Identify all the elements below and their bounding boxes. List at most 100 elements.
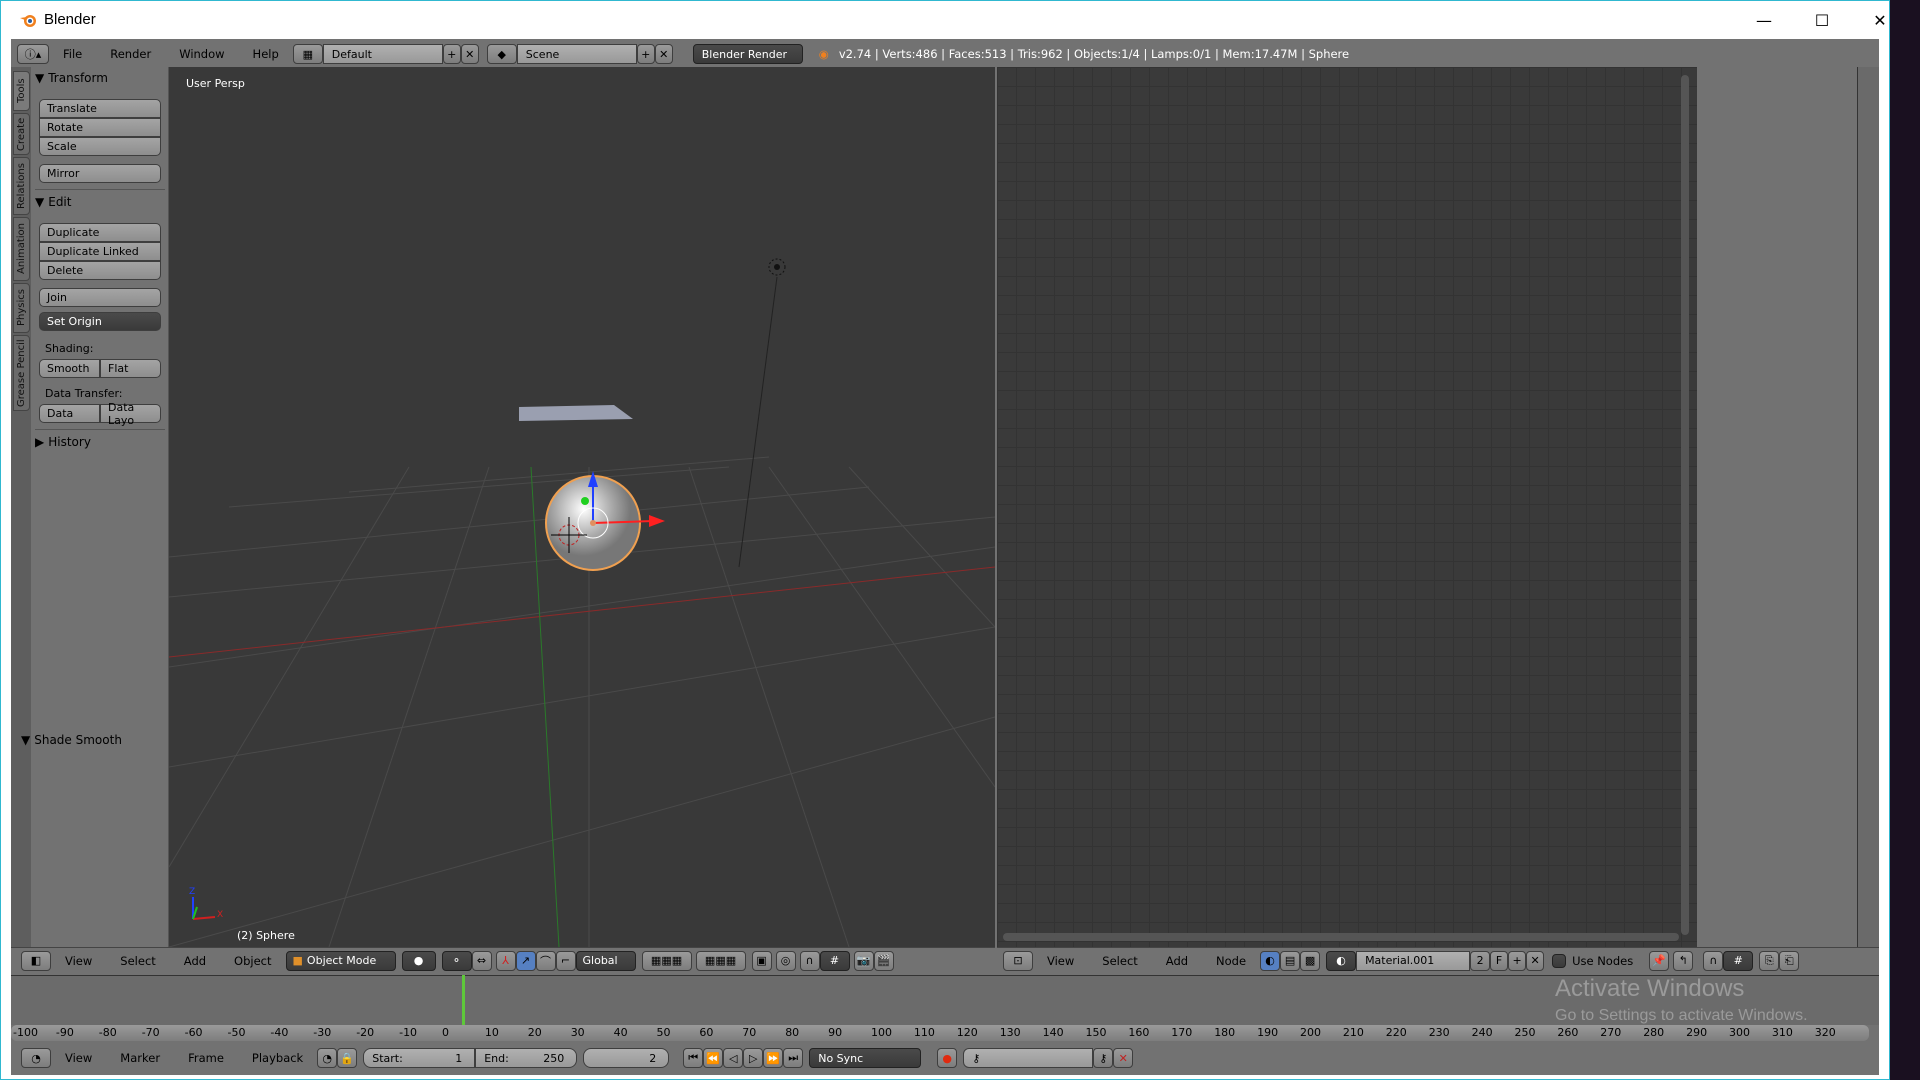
auto-keying-button[interactable]: ● bbox=[937, 1048, 958, 1068]
menu-add[interactable]: Add bbox=[1152, 954, 1202, 968]
play-button[interactable]: ▷ bbox=[743, 1048, 764, 1068]
translate-button[interactable]: Translate bbox=[39, 99, 161, 118]
scale-button[interactable]: Scale bbox=[39, 137, 161, 156]
layers-group-2[interactable]: ▦▦▦ bbox=[695, 950, 746, 971]
vertical-scrollbar[interactable] bbox=[1681, 75, 1689, 935]
snap-element-dropdown[interactable]: # bbox=[819, 950, 850, 971]
play-reverse-button[interactable]: ◁ bbox=[723, 1048, 744, 1068]
rotate-button[interactable]: Rotate bbox=[39, 118, 161, 137]
tab-physics[interactable]: Physics bbox=[13, 283, 30, 333]
material-browse-button[interactable]: ◐ bbox=[1326, 950, 1357, 971]
add-screen-button[interactable]: + bbox=[442, 44, 461, 64]
frame-ruler[interactable]: -100 -90 -80 -70 -60 -50 -40 -30 -20 -10 0 10 20 30 40… bbox=[11, 1025, 1869, 1041]
tab-tools[interactable]: Tools bbox=[13, 71, 30, 111]
set-origin-dropdown[interactable]: Set Origin bbox=[39, 312, 161, 331]
menu-help[interactable]: Help bbox=[239, 47, 293, 61]
menu-select[interactable]: Select bbox=[106, 954, 169, 968]
use-nodes-checkbox[interactable] bbox=[1552, 953, 1567, 968]
shader-nodes-button[interactable]: ◐ bbox=[1260, 950, 1281, 971]
maximize-button[interactable]: ☐ bbox=[1793, 1, 1851, 39]
editor-type-info-button[interactable]: ⓘ▴ bbox=[17, 44, 49, 64]
layers-group-1[interactable]: ▦▦▦ bbox=[641, 950, 692, 971]
next-keyframe-button[interactable]: ⏩ bbox=[763, 1048, 784, 1068]
paste-nodes-button[interactable]: ⎗ bbox=[1779, 950, 1800, 971]
menu-node[interactable]: Node bbox=[1202, 954, 1260, 968]
pivot-point-dropdown[interactable]: ⚬ bbox=[441, 950, 472, 971]
mode-dropdown[interactable]: ■ Object Mode bbox=[285, 950, 396, 971]
node-snap-element-dropdown[interactable]: # bbox=[1723, 950, 1754, 971]
flat-button[interactable]: Flat bbox=[100, 359, 161, 378]
delete-screen-button[interactable]: ✕ bbox=[460, 44, 479, 64]
data-layout-button[interactable]: Data Layo bbox=[100, 401, 161, 427]
menu-file[interactable]: File bbox=[49, 47, 96, 61]
menu-view[interactable]: View bbox=[1033, 954, 1088, 968]
editor-type-3dview-button[interactable]: ◧ bbox=[21, 950, 51, 971]
smooth-button[interactable]: Smooth bbox=[39, 359, 100, 378]
render-engine-dropdown[interactable]: Blender Render bbox=[692, 44, 803, 64]
menu-select[interactable]: Select bbox=[1088, 954, 1151, 968]
delete-keyframe-button[interactable]: ✕ bbox=[1113, 1048, 1134, 1068]
scene-icon-button[interactable]: ◆ bbox=[486, 44, 517, 64]
unlink-material-button[interactable]: ✕ bbox=[1526, 950, 1545, 971]
duplicate-linked-button[interactable]: Duplicate Linked bbox=[39, 242, 161, 261]
translate-manipulator-button[interactable]: ⅄ bbox=[495, 950, 516, 971]
minimize-button[interactable]: — bbox=[1735, 1, 1793, 39]
orientation-dropdown[interactable]: Global bbox=[575, 950, 636, 971]
menu-render[interactable]: Render bbox=[96, 47, 165, 61]
tab-create[interactable]: Create bbox=[13, 113, 30, 155]
menu-object[interactable]: Object bbox=[220, 954, 285, 968]
menu-window[interactable]: Window bbox=[165, 47, 238, 61]
viewport-shading-dropdown[interactable]: ● bbox=[401, 950, 436, 971]
fake-user-button[interactable]: F bbox=[1490, 950, 1509, 971]
preview-range-button[interactable]: ◔ bbox=[317, 1048, 338, 1068]
lock-range-button[interactable]: 🔒 bbox=[337, 1048, 358, 1068]
shade-smooth-operator-header[interactable]: ▼ Shade Smooth bbox=[21, 733, 122, 747]
end-frame-field[interactable]: End: 250 bbox=[475, 1048, 578, 1068]
jump-end-button[interactable]: ⏭ bbox=[783, 1048, 804, 1068]
compositing-nodes-button[interactable]: ▤ bbox=[1280, 950, 1301, 971]
keying-set-field[interactable]: ⚷ bbox=[963, 1048, 1094, 1068]
menu-marker[interactable]: Marker bbox=[106, 1051, 174, 1065]
horizontal-scrollbar[interactable] bbox=[1003, 933, 1679, 941]
start-frame-field[interactable]: Start: 1 bbox=[363, 1048, 476, 1068]
add-scene-button[interactable]: + bbox=[636, 44, 655, 64]
current-frame-field[interactable]: 2 bbox=[583, 1048, 670, 1068]
close-button[interactable]: ✕ bbox=[1851, 1, 1909, 39]
x-gizmo-head[interactable] bbox=[649, 515, 665, 527]
delete-button[interactable]: Delete bbox=[39, 261, 161, 280]
tab-relations[interactable]: Relations bbox=[13, 157, 30, 215]
mirror-button[interactable]: Mirror bbox=[39, 164, 161, 183]
menu-view[interactable]: View bbox=[51, 1051, 106, 1065]
proportional-edit-button[interactable]: ◎ bbox=[775, 950, 796, 971]
parent-tree-button[interactable]: ↰ bbox=[1673, 950, 1694, 971]
history-panel-header[interactable]: ▶ History bbox=[35, 435, 91, 449]
menu-view[interactable]: View bbox=[51, 954, 106, 968]
menu-playback[interactable]: Playback bbox=[238, 1051, 317, 1065]
3d-viewport[interactable]: User Persp (2) Sphere Z X bbox=[169, 67, 995, 947]
editor-type-timeline-button[interactable]: ◔ bbox=[21, 1048, 51, 1068]
duplicate-button[interactable]: Duplicate bbox=[39, 223, 161, 242]
data-button[interactable]: Data bbox=[39, 404, 100, 423]
menu-frame[interactable]: Frame bbox=[174, 1051, 238, 1065]
manipulator-scale-button[interactable]: ⌐ bbox=[555, 950, 576, 971]
screen-layout-field[interactable]: Default bbox=[322, 44, 443, 64]
rotate-manipulator-button[interactable]: ↗ bbox=[515, 950, 536, 971]
manipulator-toggle[interactable]: ⇔ bbox=[471, 950, 492, 971]
y-gizmo-head[interactable] bbox=[581, 497, 589, 505]
sync-dropdown[interactable]: No Sync bbox=[809, 1048, 922, 1068]
new-material-button[interactable]: + bbox=[1508, 950, 1527, 971]
editor-type-node-button[interactable]: ⊡ bbox=[1003, 950, 1033, 971]
material-users-count[interactable]: 2 bbox=[1470, 950, 1491, 971]
jump-start-button[interactable]: ⏮ bbox=[683, 1048, 704, 1068]
timeline[interactable]: -100 -90 -80 -70 -60 -50 -40 -30 -20 -10 0 10 20 30 40… bbox=[11, 975, 1879, 1075]
lock-layers-button[interactable]: ▣ bbox=[751, 950, 772, 971]
tab-grease-pencil[interactable]: Grease Pencil bbox=[13, 335, 30, 411]
snap-toggle[interactable]: ∩ bbox=[799, 950, 820, 971]
edit-panel-header[interactable]: ▼ Edit bbox=[35, 195, 71, 209]
delete-scene-button[interactable]: ✕ bbox=[654, 44, 673, 64]
current-frame-marker[interactable] bbox=[462, 975, 465, 1025]
node-snap-toggle[interactable]: ∩ bbox=[1703, 950, 1724, 971]
screen-layout-icon-button[interactable]: ▦ bbox=[292, 44, 323, 64]
node-editor[interactable] bbox=[997, 67, 1697, 947]
insert-keyframe-button[interactable]: ⚷ bbox=[1093, 1048, 1114, 1068]
